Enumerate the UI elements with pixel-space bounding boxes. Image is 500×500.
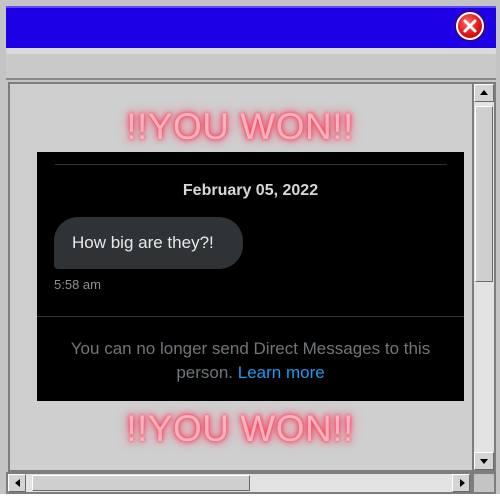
scroll-left-button[interactable]	[8, 474, 26, 492]
vertical-scrollbar[interactable]	[472, 82, 496, 472]
divider	[37, 316, 464, 317]
dm-screenshot: February 05, 2022 How big are they?! 5:5…	[37, 152, 464, 401]
arrow-down-icon	[480, 459, 488, 464]
divider	[55, 164, 447, 165]
message-bubble: How big are they?!	[54, 217, 243, 269]
message-date: February 05, 2022	[182, 182, 319, 199]
bottom-edge	[0, 494, 500, 500]
dm-restriction-notice: You can no longer send Direct Messages t…	[57, 337, 444, 385]
horizontal-scrollbar[interactable]	[6, 472, 472, 494]
promo-text-top: !!YOU WON!!	[126, 106, 354, 147]
arrow-right-icon	[460, 479, 465, 487]
scroll-down-button[interactable]	[474, 452, 494, 470]
promo-text-bottom: !!YOU WON!!	[126, 408, 354, 449]
close-x-icon	[463, 19, 477, 33]
close-button[interactable]	[456, 12, 484, 40]
menu-bar	[6, 54, 496, 80]
scroll-right-button[interactable]	[452, 474, 470, 492]
title-bar[interactable]	[6, 6, 496, 48]
popup-window: !!YOU WON!! February 05, 2022 How big ar…	[0, 0, 500, 500]
arrow-left-icon	[15, 479, 20, 487]
learn-more-link[interactable]: Learn more	[238, 363, 325, 382]
scrollbar-corner	[472, 472, 496, 494]
vertical-scroll-thumb[interactable]	[475, 106, 493, 282]
horizontal-scroll-thumb[interactable]	[32, 475, 250, 491]
scroll-up-button[interactable]	[474, 84, 494, 102]
message-text: How big are they?!	[72, 233, 214, 252]
arrow-up-icon	[480, 90, 488, 95]
message-time: 5:58 am	[54, 277, 101, 292]
